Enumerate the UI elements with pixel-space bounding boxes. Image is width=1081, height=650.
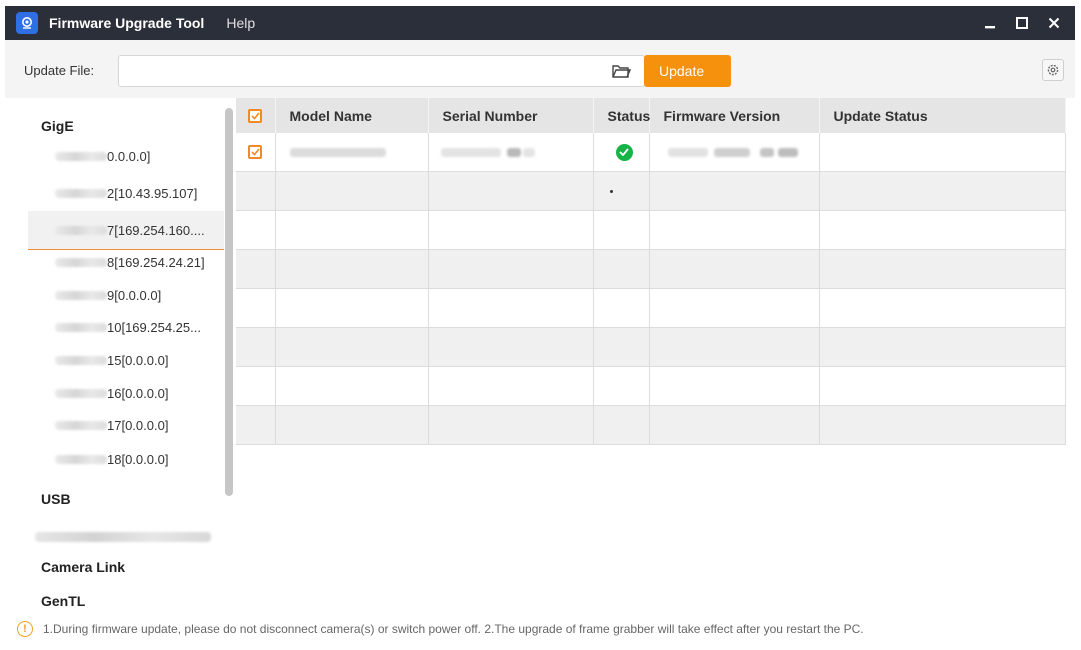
table-row[interactable] bbox=[236, 249, 1066, 289]
device-item[interactable]: 2[10.43.95.107] bbox=[28, 174, 224, 212]
warning-icon: ! bbox=[17, 621, 33, 637]
group-usb[interactable]: USB bbox=[41, 491, 71, 507]
table-row[interactable] bbox=[236, 210, 1066, 250]
firmware-version-cell bbox=[649, 133, 820, 172]
status-ok-icon bbox=[615, 143, 633, 161]
update-status-cell bbox=[819, 133, 1066, 172]
status-dot-icon bbox=[609, 189, 613, 193]
close-icon[interactable] bbox=[1041, 10, 1067, 36]
header-checkbox-cell bbox=[236, 98, 276, 133]
serial-number-cell bbox=[428, 133, 594, 172]
table-row[interactable] bbox=[236, 133, 1066, 172]
device-label: 16[0.0.0.0] bbox=[107, 385, 169, 401]
device-label: 8[169.254.24.21] bbox=[107, 254, 205, 270]
status-cell bbox=[593, 133, 650, 172]
footer-notice: ! 1.During firmware update, please do no… bbox=[5, 608, 1075, 650]
table-row[interactable] bbox=[236, 366, 1066, 406]
device-label: 17[0.0.0.0] bbox=[107, 417, 169, 433]
device-tree-scrollbar[interactable] bbox=[225, 108, 233, 496]
row-checkbox[interactable] bbox=[248, 145, 262, 159]
table-row[interactable] bbox=[236, 405, 1066, 445]
app-title: Firmware Upgrade Tool bbox=[49, 15, 205, 31]
minimize-icon[interactable] bbox=[977, 10, 1003, 36]
device-label: 10[169.254.25... bbox=[107, 319, 201, 335]
device-item[interactable]: 18[0.0.0.0] bbox=[28, 440, 224, 478]
update-button[interactable]: Update bbox=[644, 55, 731, 87]
col-model-name[interactable]: Model Name bbox=[275, 98, 429, 133]
device-label: 18[0.0.0.0] bbox=[107, 451, 169, 467]
device-table: Model Name Serial Number Status Firmware… bbox=[236, 98, 1066, 607]
col-serial-number[interactable]: Serial Number bbox=[428, 98, 594, 133]
device-label: 15[0.0.0.0] bbox=[107, 352, 169, 368]
table-row[interactable] bbox=[236, 171, 1066, 211]
group-gige[interactable]: GigE bbox=[41, 118, 74, 134]
maximize-icon[interactable] bbox=[1009, 10, 1035, 36]
toolbar: Update File: Update bbox=[5, 40, 1075, 98]
group-camera-link[interactable]: Camera Link bbox=[41, 559, 125, 575]
app-icon bbox=[16, 12, 38, 34]
table-header: Model Name Serial Number Status Firmware… bbox=[236, 98, 1066, 133]
device-tree: GigE 0.0.0.0] 2[10.43.95.107] 7[169.254.… bbox=[20, 98, 237, 607]
col-firmware-version[interactable]: Firmware Version bbox=[649, 98, 820, 133]
title-bar: Firmware Upgrade Tool Help bbox=[5, 6, 1075, 40]
device-label: 9[0.0.0.0] bbox=[107, 287, 162, 303]
device-label: 0.0.0.0] bbox=[107, 148, 151, 164]
device-item[interactable]: 17[0.0.0.0] bbox=[28, 406, 224, 444]
update-status-cell bbox=[819, 171, 1066, 211]
menu-help[interactable]: Help bbox=[226, 15, 255, 31]
update-file-label: Update File: bbox=[24, 63, 95, 78]
col-status[interactable]: Status bbox=[593, 98, 650, 133]
device-label: 2[10.43.95.107] bbox=[107, 185, 198, 201]
table-row[interactable] bbox=[236, 327, 1066, 367]
group-gentl[interactable]: GenTL bbox=[41, 593, 85, 607]
folder-icon[interactable] bbox=[611, 62, 632, 80]
settings-icon[interactable] bbox=[1042, 59, 1064, 81]
usb-device-item[interactable] bbox=[35, 532, 211, 542]
row-checkbox-cell bbox=[236, 133, 276, 172]
status-cell bbox=[593, 171, 650, 211]
select-all-checkbox[interactable] bbox=[248, 108, 262, 123]
table-row[interactable] bbox=[236, 288, 1066, 328]
col-update-status[interactable]: Update Status bbox=[819, 98, 1066, 133]
device-item[interactable]: 0.0.0.0] bbox=[28, 137, 224, 175]
device-label: 7[169.254.160.... bbox=[107, 222, 205, 238]
model-name-cell bbox=[275, 133, 429, 172]
update-file-input[interactable] bbox=[118, 55, 645, 87]
notice-text: 1.During firmware update, please do not … bbox=[43, 622, 864, 636]
